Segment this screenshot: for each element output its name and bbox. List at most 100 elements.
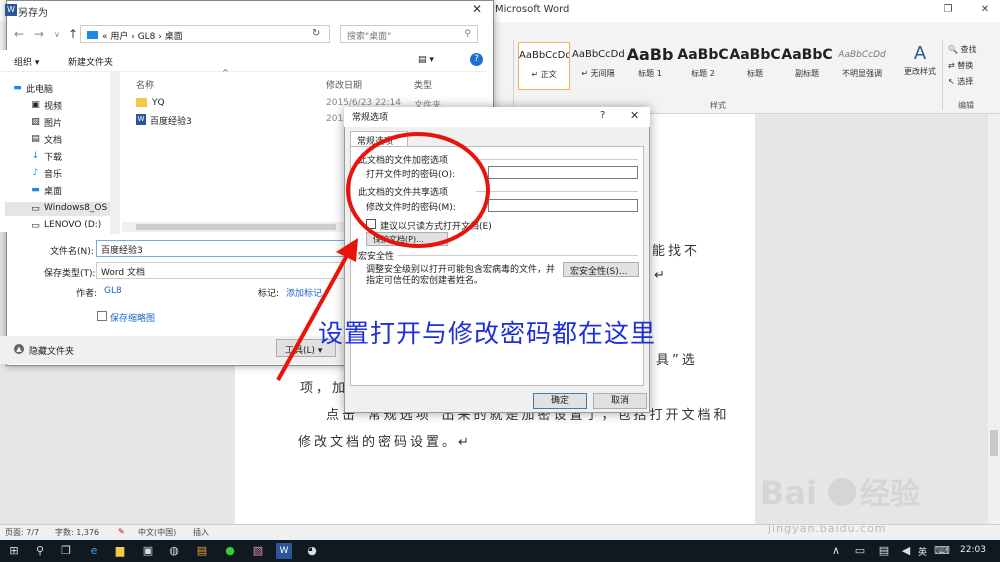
download-icon: ↓ <box>31 151 40 161</box>
app-icon[interactable]: ◕ <box>304 543 320 559</box>
explorer-icon[interactable]: ▆ <box>112 543 128 559</box>
column-name[interactable]: 名称 <box>136 78 154 91</box>
style-title[interactable]: AaBbC 标题 <box>729 42 781 90</box>
nav-item-this-pc[interactable]: 此电脑 <box>26 82 53 95</box>
style-name: 标题 1 <box>638 69 662 78</box>
hide-folders-button[interactable]: 隐藏文件夹 <box>29 344 74 357</box>
select-button[interactable]: ↖ 选择 <box>948 76 973 87</box>
divider <box>476 159 638 160</box>
volume-icon[interactable]: ◀ <box>898 543 914 559</box>
find-button[interactable]: 🔍 查找 <box>948 44 977 55</box>
watermark-site: jingyan.baidu.com <box>768 522 887 535</box>
up-arrow-icon[interactable]: ↑ <box>68 27 78 41</box>
scrollbar-thumb[interactable] <box>136 224 336 230</box>
status-page[interactable]: 页面: 7/7 <box>5 527 39 538</box>
scrollbar-thumb[interactable] <box>990 430 998 456</box>
help-icon[interactable]: ? <box>600 110 605 121</box>
close-icon[interactable]: ✕ <box>472 2 482 16</box>
replace-button[interactable]: ⇄ 替换 <box>948 60 973 71</box>
style-sample: AaBbC <box>781 47 833 63</box>
file-name[interactable]: YQ <box>152 98 165 108</box>
style-heading-2[interactable]: AaBbC 标题 2 <box>677 42 729 90</box>
style-name: 标题 2 <box>691 69 715 78</box>
nav-item-downloads[interactable]: 下载 <box>44 150 62 163</box>
style-heading-1[interactable]: AaBb 标题 1 <box>624 42 676 90</box>
search-icon[interactable]: ⚲ <box>32 543 48 559</box>
search-input[interactable]: 搜索"桌面" ⚲ <box>340 25 478 43</box>
find-label: 查找 <box>960 45 977 54</box>
close-icon[interactable]: ✕ <box>978 3 992 17</box>
app-icon[interactable]: ▤ <box>194 543 210 559</box>
filetype-label: 保存类型(T): <box>44 269 96 279</box>
task-view-icon[interactable]: ❐ <box>58 543 74 559</box>
message-icon[interactable]: ▤ <box>876 543 892 559</box>
modify-password-input[interactable] <box>488 199 638 212</box>
vertical-scrollbar[interactable] <box>988 114 1000 524</box>
close-icon[interactable]: ✕ <box>630 109 639 122</box>
status-mode[interactable]: 插入 <box>193 527 209 538</box>
back-arrow-icon[interactable]: ← <box>14 27 24 41</box>
edge-icon[interactable]: e <box>86 543 102 559</box>
nav-item-documents[interactable]: 文档 <box>44 133 62 146</box>
save-thumbnail-label[interactable]: 保存缩略图 <box>110 311 155 324</box>
network-icon[interactable]: ▭ <box>852 543 868 559</box>
tab-general-options[interactable]: 常规选项 <box>350 131 408 147</box>
word-title: Microsoft Word <box>495 4 570 15</box>
store-icon[interactable]: ▣ <box>140 543 156 559</box>
style-name: 副标题 <box>795 69 819 78</box>
nav-item-music[interactable]: 音乐 <box>44 167 62 180</box>
forward-arrow-icon[interactable]: → <box>34 27 44 41</box>
style-normal[interactable]: AaBbCcDd ↵ 正文 <box>518 42 570 90</box>
chevron-up-icon[interactable]: ▲ <box>14 344 24 354</box>
readonly-checkbox[interactable] <box>366 219 376 229</box>
cancel-button[interactable]: 取消 <box>593 393 647 409</box>
nav-item-windows8-os[interactable]: Windows8_OS <box>44 203 107 213</box>
replace-icon: ⇄ <box>948 61 955 70</box>
refresh-icon[interactable]: ↻ <box>312 28 320 39</box>
change-styles-button[interactable]: A 更改样式 <box>900 42 940 77</box>
chevron-down-icon[interactable]: ∨ <box>54 30 60 39</box>
macro-security-button[interactable]: 宏安全性(S)... <box>563 262 639 277</box>
app-icon[interactable]: ▧ <box>250 543 266 559</box>
ok-button[interactable]: 确定 <box>533 393 587 409</box>
status-language[interactable]: 中文(中国) <box>138 527 176 538</box>
logo-lettering: Bai <box>760 474 817 512</box>
keyboard-icon[interactable]: ⌨ <box>934 543 950 559</box>
style-subtitle[interactable]: AaBbC 副标题 <box>781 42 833 90</box>
clock[interactable]: 22:03 <box>960 545 986 555</box>
view-options-icon[interactable]: ▤ ▾ <box>418 55 434 65</box>
nav-scrollbar[interactable] <box>110 72 120 234</box>
nav-item-desktop[interactable]: 桌面 <box>44 184 62 197</box>
status-words[interactable]: 字数: 1,376 <box>55 527 99 538</box>
column-type[interactable]: 类型 <box>414 78 432 91</box>
column-date[interactable]: 修改日期 <box>326 78 362 91</box>
protect-document-button[interactable]: 保护文档(P)... <box>366 232 448 246</box>
ime-indicator[interactable]: 英 <box>918 545 927 558</box>
macro-section-label: 宏安全性 <box>358 252 395 262</box>
organize-button[interactable]: 组织 ▾ <box>14 55 39 68</box>
tag-input[interactable]: 添加标记 <box>286 286 322 299</box>
style-subtle-emphasis[interactable]: AaBbCcDd 不明显强调 <box>834 42 890 90</box>
chevron-up-icon[interactable]: ∧ <box>828 543 844 559</box>
address-bar[interactable]: « 用户 › GL8 › 桌面 <box>80 25 330 43</box>
help-icon[interactable]: ? <box>470 53 483 66</box>
restore-icon[interactable]: ❐ <box>941 3 955 17</box>
style-no-spacing[interactable]: AaBbCcDd ↵ 无间隔 <box>572 42 624 90</box>
start-icon[interactable]: ⊞ <box>6 543 22 559</box>
proofing-icon[interactable]: ✎ <box>118 527 125 536</box>
author-value[interactable]: GL8 <box>104 286 122 296</box>
logo-lettering: 经验 <box>860 477 920 512</box>
nav-item-pictures[interactable]: 图片 <box>44 116 62 129</box>
wechat-icon[interactable]: ● <box>222 543 238 559</box>
word-taskbar-icon[interactable]: W <box>276 543 292 559</box>
file-name[interactable]: 百度经验3 <box>150 114 192 127</box>
sort-indicator-icon: ^ <box>222 68 229 77</box>
nav-item-videos[interactable]: 视频 <box>44 99 62 112</box>
nav-item-lenovo-d[interactable]: LENOVO (D:) <box>44 220 101 230</box>
save-thumbnail-checkbox[interactable] <box>97 311 107 321</box>
open-password-input[interactable] <box>488 166 638 179</box>
new-folder-button[interactable]: 新建文件夹 <box>68 55 113 68</box>
styles-group-label: 样式 <box>710 101 726 110</box>
tag-label: 标记: <box>258 289 280 299</box>
app-icon[interactable]: ◍ <box>166 543 182 559</box>
